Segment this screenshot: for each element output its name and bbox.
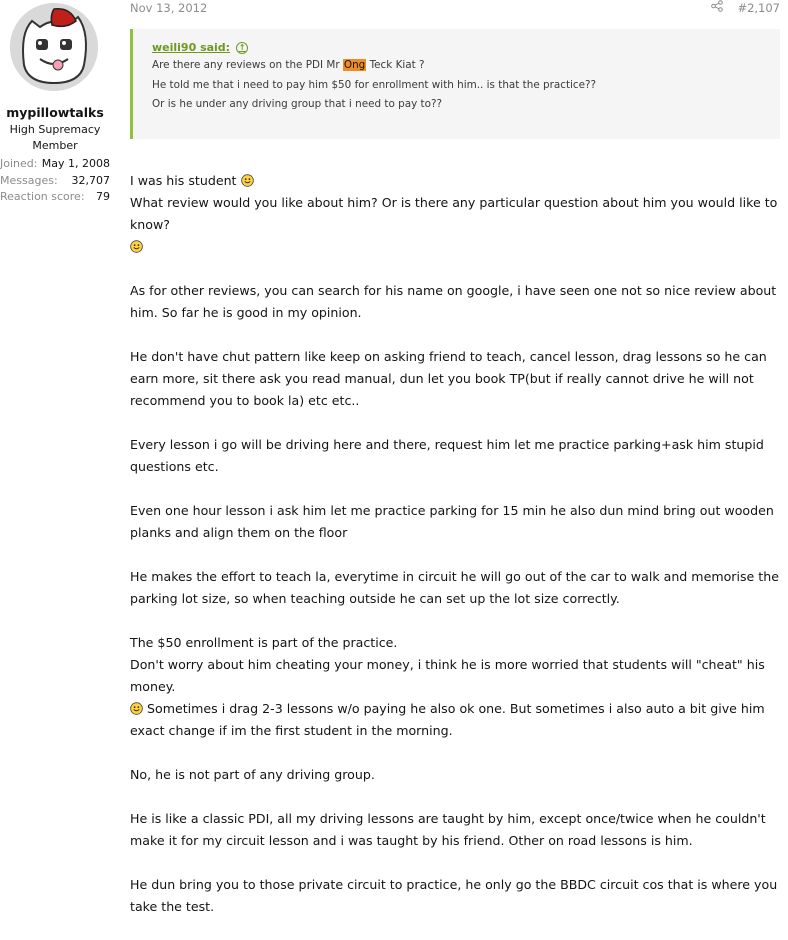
quote-line-1-pre: Are there any reviews on the PDI Mr: [152, 59, 343, 71]
stat-label: Reaction score:: [0, 190, 85, 203]
stat-value: May 1, 2008: [41, 157, 110, 170]
paragraph: The $50 enrollment is part of the practi…: [130, 632, 785, 742]
quote-author-name[interactable]: weili90 said:: [152, 40, 230, 56]
paragraph: He dun bring you to those private circui…: [130, 877, 778, 914]
paragraph: He is like a classic PDI, all my driving…: [130, 811, 766, 848]
text: Don't worry about him cheating your mone…: [130, 657, 765, 694]
quote-line-3: Or is he under any driving group that i …: [152, 98, 443, 110]
smile-icon: [240, 174, 254, 187]
post-body: I was his student What review would you …: [130, 170, 785, 940]
user-title-line2: Member: [32, 139, 78, 152]
text: The $50 enrollment is part of the practi…: [130, 635, 398, 650]
stat-value: 79: [96, 190, 110, 203]
text: I was his student: [130, 173, 237, 188]
post-actions: #2,107: [711, 0, 780, 16]
paragraph: As for other reviews, you can search for…: [130, 283, 777, 320]
stat-messages: Messages: 32,707: [0, 173, 110, 190]
paragraph: I was his student What review would you …: [130, 170, 785, 258]
paragraph: He makes the effort to teach la, everyti…: [130, 569, 779, 606]
share-icon[interactable]: [711, 0, 724, 16]
user-stats: Joined: May 1, 2008 Messages: 32,707 Rea…: [0, 156, 110, 206]
user-title: High Supremacy Member: [0, 122, 110, 154]
stat-joined: Joined: May 1, 2008: [0, 156, 110, 173]
text: Sometimes i drag 2-3 lessons w/o paying …: [130, 701, 765, 738]
text: What review would you like about him? Or…: [130, 195, 778, 232]
arrow-up-circle-icon[interactable]: ↑: [236, 42, 249, 54]
quote-author[interactable]: weili90 said: ↑: [152, 40, 780, 56]
quote-block: weili90 said: ↑ Are there any reviews on…: [130, 29, 780, 139]
paragraph: Every lesson i go will be driving here a…: [130, 437, 764, 474]
stat-reaction-score: Reaction score: 79: [0, 189, 110, 206]
quote-line-1: Are there any reviews on the PDI Mr Ong …: [152, 56, 780, 76]
quote-line-1-post: Teck Kiat ?: [366, 59, 425, 71]
paragraph: No, he is not part of any driving group.: [130, 767, 375, 782]
username[interactable]: mypillowtalks: [0, 105, 110, 120]
smile-icon: [130, 702, 143, 715]
paragraph: Even one hour lesson i ask him let me pr…: [130, 503, 774, 540]
paragraph: He don't have chut pattern like keep on …: [130, 349, 767, 408]
search-highlight: Ong: [342, 59, 367, 71]
user-title-line1: High Supremacy: [9, 123, 101, 136]
stat-value: 32,707: [71, 173, 111, 187]
stat-label: Joined:: [0, 157, 38, 170]
quote-line-2: He told me that i need to pay him $50 fo…: [152, 78, 597, 91]
smile-icon: [130, 240, 143, 253]
avatar[interactable]: [10, 3, 98, 91]
post-date[interactable]: Nov 13, 2012: [130, 0, 207, 16]
stat-label: Messages:: [0, 173, 58, 187]
post-number-link[interactable]: #2,107: [737, 0, 780, 16]
